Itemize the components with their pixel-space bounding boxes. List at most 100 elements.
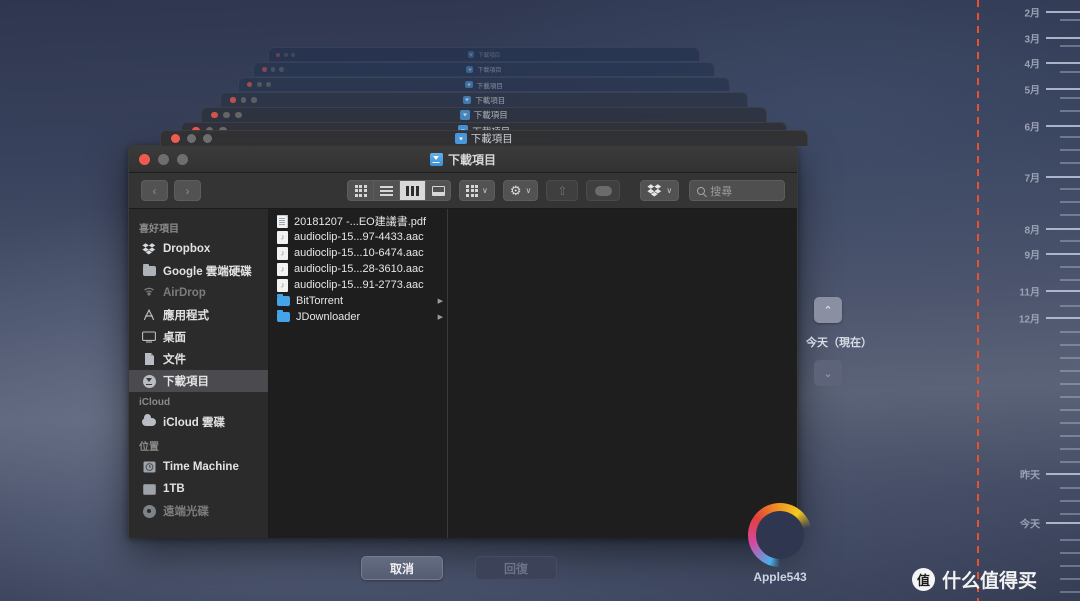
finder-body: 喜好項目 Dropbox Google 雲端硬碟 AirDrop 應用程式 桌面 文件 下載項… (129, 209, 797, 538)
file-name: BitTorrent (296, 295, 344, 307)
checkmark-icon: ✓ (770, 520, 790, 546)
action-menu-button[interactable]: ⚙ ∨ (502, 180, 539, 201)
file-list-item[interactable]: audioclip-15...91-2773.aac (269, 277, 447, 293)
forward-button[interactable]: › (174, 180, 201, 201)
folder-icon (277, 309, 290, 322)
sidebar-item-遠端光碟[interactable]: 遠端光碟 (129, 500, 268, 522)
file-name: JDownloader (296, 311, 361, 323)
sidebar-item-下載項目[interactable]: 下載項目 (129, 370, 268, 392)
timeline-tick (1060, 214, 1080, 216)
timeline-tick (1060, 305, 1080, 307)
timeline-tick-major[interactable] (1046, 317, 1080, 319)
dropbox-button[interactable]: ∨ (640, 180, 680, 201)
next-snapshot-button: ⌄ (814, 360, 842, 386)
downloads-folder-icon (467, 51, 475, 58)
sidebar-item-Google 雲端硬碟[interactable]: Google 雲端硬碟 (129, 260, 268, 282)
sidebar-item-文件[interactable]: 文件 (129, 348, 268, 370)
window-title-text: 下載項目 (478, 52, 501, 59)
downloads-folder-icon (465, 80, 473, 89)
disclosure-arrow-icon: ▶ (437, 298, 443, 305)
view-coverflow-button[interactable] (425, 180, 451, 201)
file-list-item[interactable]: BitTorrent ▶ (269, 293, 447, 309)
minimize-button[interactable] (158, 153, 169, 165)
timeline-tick-major[interactable] (1046, 62, 1080, 64)
timeline-tick (1060, 240, 1080, 242)
sidebar-item-Dropbox[interactable]: Dropbox (129, 238, 268, 260)
timeline-tick (1060, 201, 1080, 203)
back-button[interactable]: ‹ (141, 180, 168, 201)
list-icon (380, 185, 393, 196)
tags-button[interactable] (586, 180, 621, 201)
snapshot-window-1[interactable]: 下載項目 (268, 47, 700, 61)
timeline-tick-major[interactable] (1046, 37, 1080, 39)
timeline-tick-major[interactable] (1046, 473, 1080, 475)
sidebar-item-應用程式[interactable]: 應用程式 (129, 304, 268, 326)
audio-file-icon (277, 278, 288, 292)
sidebar-item-label: 下載項目 (163, 376, 209, 388)
timeline-tick-major[interactable] (1046, 88, 1080, 90)
smzdm-logo-icon: 值 (912, 568, 935, 591)
file-list-item[interactable]: audioclip-15...97-4433.aac (269, 229, 447, 245)
sidebar-item-桌面[interactable]: 桌面 (129, 326, 268, 348)
timeline-tick-major[interactable] (1046, 176, 1080, 178)
sidebar-item-Time Machine[interactable]: Time Machine (129, 456, 268, 478)
timeline-tick-major[interactable] (1046, 125, 1080, 127)
timeline-tick (1060, 266, 1080, 268)
sidebar-item-iCloud 雲碟[interactable]: iCloud 雲碟 (129, 411, 268, 433)
snapshot-window-4[interactable]: 下載項目 (220, 92, 748, 107)
timeline-tick (1060, 45, 1080, 47)
timeline-tick (1060, 71, 1080, 73)
traffic-lights[interactable] (139, 153, 188, 165)
downloads-folder-icon (429, 152, 443, 166)
sidebar: 喜好項目 Dropbox Google 雲端硬碟 AirDrop 應用程式 桌面 文件 下載項… (129, 209, 269, 538)
snapshot-window-2[interactable]: 下載項目 (253, 62, 715, 76)
timemachine-disk-icon (142, 460, 156, 474)
timeline-tick (1060, 188, 1080, 190)
window-titlebar: 下載項目 (129, 146, 797, 173)
timeline-tick-major[interactable] (1046, 228, 1080, 230)
chevron-down-icon: ∨ (525, 186, 532, 195)
window-title: 下載項目 (239, 80, 729, 90)
sidebar-item-label: 應用程式 (163, 310, 209, 322)
snapshot-timeline[interactable]: 2月 3月 4月 5月 6月 7月 8月 9月 11月 12月 昨天 今天 (980, 0, 1080, 601)
window-title-text: 下載項目 (447, 152, 496, 167)
sidebar-item-label: 桌面 (163, 332, 186, 344)
view-column-button[interactable] (399, 180, 425, 201)
group-by-button[interactable]: ∨ (459, 180, 495, 201)
timeline-tick-major[interactable] (1046, 522, 1080, 524)
previous-snapshot-button[interactable]: ⌃ (814, 297, 842, 323)
preview-column (448, 209, 797, 538)
timeline-tick (1060, 162, 1080, 164)
column-view: 20181207 -...EO建議書.pdf audioclip-15...97-… (269, 209, 797, 538)
snapshot-window-7[interactable]: 下載項目 (160, 130, 808, 146)
file-list-item[interactable]: JDownloader ▶ (269, 309, 447, 325)
cancel-button[interactable]: 取消 (361, 556, 443, 580)
timeline-tick-major[interactable] (1046, 253, 1080, 255)
file-list-item[interactable]: 20181207 -...EO建議書.pdf (269, 213, 447, 229)
view-icon-button[interactable] (347, 180, 373, 201)
timeline-tick-major[interactable] (1046, 290, 1080, 292)
snapshot-window-3[interactable]: 下載項目 (238, 77, 730, 91)
timeline-label: 5月 (1024, 85, 1040, 97)
file-list-item[interactable]: audioclip-15...10-6474.aac (269, 245, 447, 261)
view-list-button[interactable] (373, 180, 399, 201)
timeline-tick (1060, 279, 1080, 281)
search-field[interactable]: 搜尋 (689, 180, 785, 201)
sidebar-item-AirDrop[interactable]: AirDrop (129, 282, 268, 304)
timeline-tick (1060, 357, 1080, 359)
close-button[interactable] (139, 153, 150, 165)
disclosure-arrow-icon: ▶ (437, 314, 443, 321)
file-list-item[interactable]: audioclip-15...28-3610.aac (269, 261, 447, 277)
snapshot-window-5[interactable]: 下載項目 (201, 107, 767, 122)
sidebar-item-1TB[interactable]: 1TB (129, 478, 268, 500)
timeline-tick-major[interactable] (1046, 11, 1080, 13)
tag-icon (594, 185, 612, 196)
maximize-button[interactable] (177, 153, 188, 165)
columns-icon (406, 185, 419, 196)
dropbox-icon (142, 242, 156, 256)
cloud-icon (142, 414, 156, 429)
downloads-folder-icon (455, 132, 467, 145)
sidebar-item-label: AirDrop (163, 287, 206, 299)
gear-icon: ⚙ (509, 183, 522, 198)
share-button[interactable]: ⇧ (546, 180, 579, 201)
